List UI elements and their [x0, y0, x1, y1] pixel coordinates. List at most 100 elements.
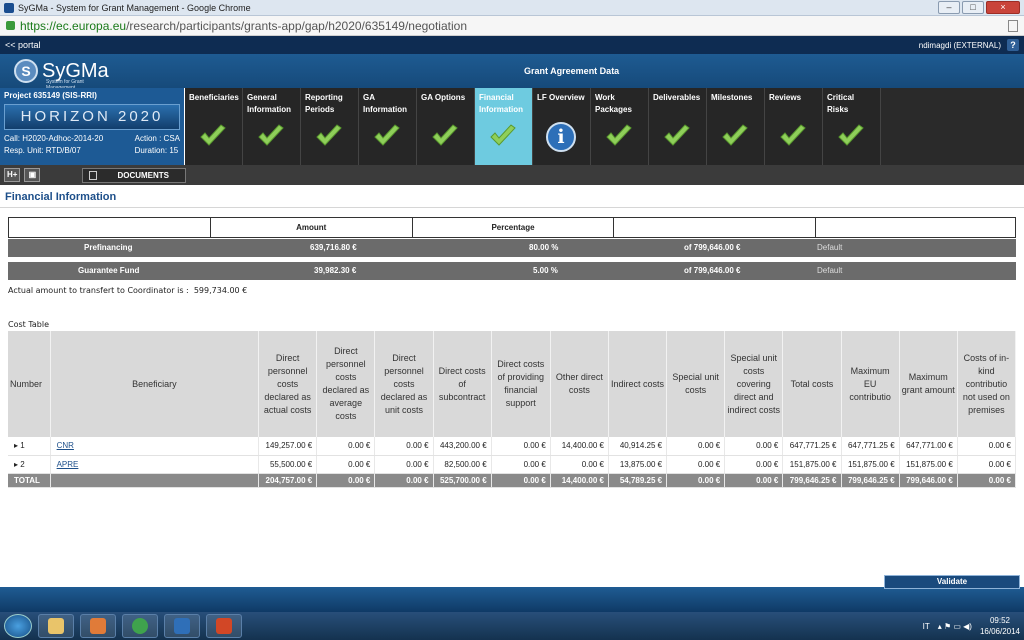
column-header[interactable]: Total costs	[782, 331, 842, 437]
documents-button[interactable]: DOCUMENTS	[82, 167, 187, 183]
check-icon	[837, 124, 865, 148]
h-plus-button[interactable]: H+	[4, 168, 21, 182]
check-icon	[199, 124, 227, 148]
column-header[interactable]: Beneficiary	[50, 331, 260, 437]
url-text[interactable]: https://ec.europa.eu/research/participan…	[20, 19, 467, 33]
cost-table-label: Cost Table	[8, 320, 50, 329]
cost-cell: 151,875.00 €	[841, 455, 900, 474]
tab-beneficiaries[interactable]: Beneficiaries	[185, 88, 243, 165]
outlook-taskbar-icon[interactable]	[164, 614, 200, 638]
main-content: Financial Information Amount Percentage …	[0, 185, 1024, 587]
column-header[interactable]: Costs of in-kind contributio not used on…	[957, 331, 1017, 437]
cost-cell: 443,200.00 €	[433, 437, 492, 456]
column-header[interactable]: Maximum EU contributio	[841, 331, 900, 437]
app-icon	[4, 2, 14, 13]
column-header[interactable]: Direct personnel costs declared as actua…	[258, 331, 318, 437]
check-icon	[489, 124, 517, 148]
project-duration: Duration: 15	[134, 146, 179, 155]
row-expander[interactable]: ▸ 1	[8, 437, 51, 456]
tab-work-packages[interactable]: Work Packages	[591, 88, 649, 165]
cost-cell: 14,400.00 €	[550, 437, 609, 456]
print-button[interactable]: ▣	[24, 168, 41, 182]
close-button[interactable]: ×	[986, 1, 1020, 14]
cost-cell: 799,646.00 €	[899, 473, 958, 488]
taskbar: IT ▴ ⚑ ▭ ◀) 09:52 16/06/2014	[0, 612, 1024, 640]
tab-general-information[interactable]: General Information	[243, 88, 301, 165]
column-header[interactable]: Direct personnel costs declared as avera…	[316, 331, 376, 437]
check-icon	[431, 124, 459, 148]
portal-bar: << portal ndimagdi (EXTERNAL) ?	[0, 36, 1024, 54]
cost-cell: 14,400.00 €	[550, 473, 609, 488]
validate-button[interactable]: Validate	[884, 575, 1020, 589]
project-title: Project 635149 (SIS-RRI)	[4, 91, 97, 100]
cost-cell: 149,257.00 €	[258, 437, 318, 456]
table-row[interactable]: ▸ 1 CNR 149,257.00 € 0.00 € 0.00 € 443,200.00…	[8, 437, 1017, 456]
portal-back-link[interactable]: << portal	[5, 40, 41, 50]
chrome-taskbar-icon[interactable]	[122, 614, 158, 638]
cost-cell: 0.00 €	[724, 455, 784, 474]
clock[interactable]: 09:52 16/06/2014	[980, 615, 1020, 637]
media-player-taskbar-icon[interactable]	[80, 614, 116, 638]
help-icon[interactable]: ?	[1007, 39, 1019, 51]
tab-financial-information[interactable]: Financial Information	[475, 88, 533, 165]
tab-reviews[interactable]: Reviews	[765, 88, 823, 165]
cost-cell: 0.00 €	[316, 455, 376, 474]
address-bar[interactable]: https://ec.europa.eu/research/participan…	[0, 16, 1024, 36]
window-titlebar: SyGMa - System for Grant Management - Go…	[0, 0, 1024, 16]
guarantee-fund-row: Guarantee Fund 39,982.30 € 5.00 % of 799…	[8, 262, 1016, 280]
percentage-header: Percentage	[411, 217, 615, 238]
total-label: TOTAL	[8, 473, 51, 488]
powerpoint-taskbar-icon[interactable]	[206, 614, 242, 638]
blank-header	[815, 217, 1016, 238]
cost-cell: 0.00 €	[550, 455, 609, 474]
column-header[interactable]: Number	[8, 331, 51, 437]
tab-ga-options[interactable]: GA Options	[417, 88, 475, 165]
column-header[interactable]: Special unit costs covering direct and i…	[724, 331, 784, 437]
cost-cell: 0.00 €	[957, 437, 1017, 456]
sygma-logo[interactable]: S SyGMa System for Grant Management	[14, 57, 114, 91]
start-button[interactable]	[4, 614, 32, 638]
cost-cell: 799,646.25 €	[782, 473, 842, 488]
cost-cell: 204,757.00 €	[258, 473, 318, 488]
project-call: Call: H2020-Adhoc-2014-20	[4, 134, 104, 143]
column-header[interactable]: Maximum grant amount	[899, 331, 958, 437]
financial-header-table: Amount Percentage	[8, 217, 1016, 238]
tab-ga-information[interactable]: GA Information	[359, 88, 417, 165]
cost-cell: 0.00 €	[724, 437, 784, 456]
check-icon	[663, 124, 691, 148]
actual-amount-text: Actual amount to transfert to Coordinato…	[8, 286, 248, 295]
system-tray: IT ▴ ⚑ ▭ ◀) 09:52 16/06/2014	[923, 612, 1020, 640]
maximize-button[interactable]: □	[962, 1, 984, 14]
tab-lf-overview[interactable]: LF Overview i	[533, 88, 591, 165]
beneficiary-link[interactable]: CNR	[57, 441, 74, 450]
cost-cell: 0.00 €	[957, 473, 1017, 488]
column-header[interactable]: Direct costs of subcontract	[433, 331, 492, 437]
column-header[interactable]: Other direct costs	[550, 331, 609, 437]
browser-menu-icon[interactable]	[1008, 20, 1018, 32]
tray-icons[interactable]: ▴ ⚑ ▭ ◀)	[938, 622, 972, 631]
beneficiary-link[interactable]: APRE	[57, 460, 79, 469]
column-header[interactable]: Special unit costs	[666, 331, 726, 437]
language-indicator[interactable]: IT	[923, 622, 930, 631]
minimize-button[interactable]: –	[938, 1, 960, 14]
cost-cell: 647,771.00 €	[899, 437, 958, 456]
tab-reporting-periods[interactable]: Reporting Periods	[301, 88, 359, 165]
column-header[interactable]: Direct costs of providing financial supp…	[491, 331, 551, 437]
check-icon	[373, 124, 401, 148]
cost-cell: 0.00 €	[316, 473, 376, 488]
row-expander[interactable]: ▸ 2	[8, 455, 51, 474]
project-unit: Resp. Unit: RTD/B/07	[4, 146, 81, 155]
column-header[interactable]: Direct personnel costs declared as unit …	[374, 331, 434, 437]
amount-header: Amount	[209, 217, 413, 238]
table-row[interactable]: ▸ 2 APRE 55,500.00 €0.00 €0.00 €82,500.00 …	[8, 455, 1017, 474]
check-icon	[605, 124, 633, 148]
cost-cell: 151,875.00 €	[899, 455, 958, 474]
tab-deliverables[interactable]: Deliverables	[649, 88, 707, 165]
explorer-taskbar-icon[interactable]	[38, 614, 74, 638]
window-title: SyGMa - System for Grant Management - Go…	[18, 2, 251, 13]
cost-cell: 647,771.25 €	[841, 437, 900, 456]
tab-critical-risks[interactable]: Critical Risks	[823, 88, 881, 165]
cost-cell: 647,771.25 €	[782, 437, 842, 456]
column-header[interactable]: Indirect costs	[608, 331, 668, 437]
tab-milestones[interactable]: Milestones	[707, 88, 765, 165]
